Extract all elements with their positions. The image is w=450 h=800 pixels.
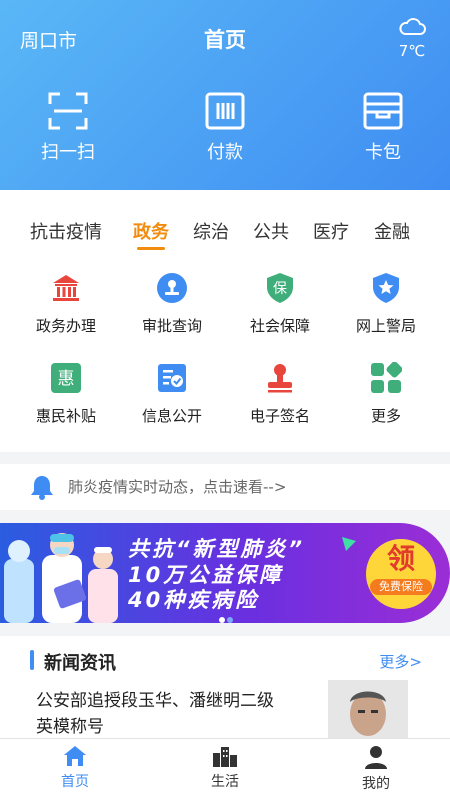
weather-widget[interactable]: 7℃ [392,16,432,60]
carousel-dot-active [219,617,225,623]
service-more[interactable]: 更多 [332,362,440,426]
scan-icon [48,92,88,130]
news-more-link[interactable]: 更多> [379,651,422,672]
service-label: 政务办理 [35,317,96,335]
approval-stamp-icon [157,273,187,303]
home-icon [64,746,86,766]
svg-text:惠: 惠 [58,369,75,389]
service-info-disclosure[interactable]: 信息公开 [118,362,226,426]
tab-medical[interactable]: 医疗 [313,218,349,244]
seal-icon [268,364,292,393]
news-section-title: 新闻资讯 [44,653,116,674]
tabbar-mine-label: 我的 [362,776,390,792]
decor-triangle-icon [342,537,356,551]
service-label: 审批查询 [141,317,202,335]
service-social-security[interactable]: 保 社会保障 [226,272,334,336]
tab-government[interactable]: 政务 [133,218,169,250]
bottom-tab-bar: 首页 生活 我的 [0,738,450,800]
tab-finance[interactable]: 金融 [374,218,410,244]
tab-governance[interactable]: 综治 [193,218,229,244]
epidemic-notice-bar[interactable]: 肺炎疫情实时动态，点击速看--> [0,464,450,510]
service-approval-query[interactable]: 审批查询 [118,272,226,336]
temperature: 7℃ [398,42,426,60]
banner-line-3: 40种疾病险 [128,588,260,612]
service-online-police[interactable]: 网上警局 [332,272,440,336]
badge-claim-text: 领 [386,542,415,575]
tabbar-life-label: 生活 [211,774,239,790]
info-document-icon [158,364,186,392]
police-badge-icon [373,273,399,303]
more-grid-icon [371,362,402,393]
free-insurance-badge[interactable]: 领 免费保险 [366,539,436,609]
card-wallet-button[interactable]: 卡包 [323,92,443,164]
section-accent-bar [30,650,34,670]
page-title: 首页 [204,28,246,52]
carousel-dot [227,617,233,623]
shield-icon: 保 [267,273,293,303]
card-wallet-label: 卡包 [365,142,401,163]
service-label: 信息公开 [141,407,202,425]
news-headline[interactable]: 公安部追授段玉华、潘继明二级英模称号 [36,688,286,740]
header: 周口市 首页 7℃ 扫一扫 付款 卡包 [0,0,450,190]
portrait-photo [328,680,408,740]
tabbar-home-label: 首页 [61,774,89,790]
service-government-affairs[interactable]: 政务办理 [12,272,120,336]
tabbar-home[interactable]: 首页 [35,745,115,791]
svg-text:保: 保 [273,281,287,297]
barcode-icon [205,92,245,130]
service-label: 更多 [370,407,401,425]
wallet-icon [363,92,403,130]
user-icon [365,746,387,769]
subsidy-icon: 惠 [51,363,81,393]
bell-icon [31,476,53,500]
news-thumbnail[interactable] [328,680,408,740]
scan-label: 扫一扫 [41,142,95,163]
category-tabs: 抗击疫情 政务 综治 公共 医疗 金融 [0,218,450,250]
city-icon [213,747,237,767]
service-e-signature[interactable]: 电子签名 [226,362,334,426]
pay-label: 付款 [207,142,243,163]
carousel-indicator [218,608,234,627]
service-label: 网上警局 [355,317,416,335]
notice-text: 肺炎疫情实时动态，点击速看--> [68,478,287,496]
scan-button[interactable]: 扫一扫 [8,92,128,164]
tabbar-mine[interactable]: 我的 [336,745,416,793]
service-label: 社会保障 [249,317,310,335]
tab-epidemic[interactable]: 抗击疫情 [30,218,102,244]
service-label: 电子签名 [249,407,310,425]
services-panel: 抗击疫情 政务 综治 公共 医疗 金融 政务办理 审批查询 保 社会保障 网上警… [0,190,450,452]
tab-public[interactable]: 公共 [253,218,289,244]
medical-staff-illustration [4,533,118,623]
cloud-icon [399,18,426,35]
pay-button[interactable]: 付款 [165,92,285,164]
government-building-icon [53,275,79,301]
tabbar-life[interactable]: 生活 [185,745,265,791]
service-label: 惠民补贴 [35,407,96,425]
service-subsidy[interactable]: 惠 惠民补贴 [12,362,120,426]
badge-free-insurance-text: 免费保险 [370,579,432,595]
